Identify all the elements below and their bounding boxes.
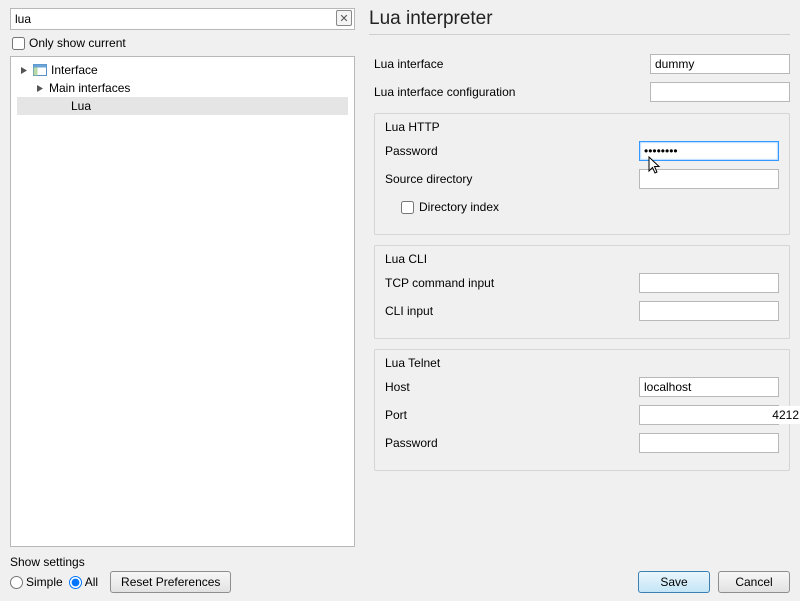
lua-config-input[interactable] [650, 82, 790, 102]
telnet-port-label: Port [385, 408, 639, 422]
cancel-button[interactable]: Cancel [718, 571, 790, 593]
radio-all-input[interactable] [69, 576, 82, 589]
group-title: Lua Telnet [385, 356, 779, 370]
reset-preferences-button[interactable]: Reset Preferences [110, 571, 231, 593]
group-lua-telnet: Lua Telnet Host Port ▲ ▼ [374, 349, 790, 471]
group-title: Lua CLI [385, 252, 779, 266]
lua-interface-input[interactable] [650, 54, 790, 74]
clear-search-icon[interactable]: ✕ [336, 10, 352, 26]
show-settings-label: Show settings [10, 555, 355, 569]
radio-simple-input[interactable] [10, 576, 23, 589]
http-srcdir-input[interactable] [639, 169, 779, 189]
lua-interface-label: Lua interface [374, 57, 650, 71]
telnet-host-input[interactable] [639, 377, 779, 397]
dir-index-checkbox[interactable] [401, 201, 414, 214]
tree-label: Interface [51, 63, 98, 77]
telnet-host-label: Host [385, 380, 639, 394]
settings-tree[interactable]: Interface Main interfaces Lua [10, 56, 355, 547]
cli-input-field[interactable] [639, 301, 779, 321]
tree-item-lua[interactable]: Lua [17, 97, 348, 115]
http-password-input[interactable] [639, 141, 779, 161]
panel-icon [33, 64, 47, 76]
http-password-label: Password [385, 144, 639, 158]
collapse-icon[interactable] [35, 83, 45, 93]
telnet-port-spinner[interactable]: ▲ ▼ [639, 405, 779, 425]
only-show-current-checkbox[interactable] [12, 37, 25, 50]
telnet-password-input[interactable] [639, 433, 779, 453]
only-show-current-label: Only show current [29, 36, 126, 50]
radio-simple[interactable]: Simple [10, 575, 63, 589]
http-srcdir-label: Source directory [385, 172, 639, 186]
telnet-password-label: Password [385, 436, 639, 450]
search-box: ✕ [10, 8, 355, 30]
group-lua-http: Lua HTTP Password Source directory Direc… [374, 113, 790, 235]
page-title: Lua interpreter [369, 8, 790, 35]
tree-label: Lua [71, 99, 91, 113]
group-lua-cli: Lua CLI TCP command input CLI input [374, 245, 790, 339]
group-title: Lua HTTP [385, 120, 779, 134]
cli-tcp-label: TCP command input [385, 276, 639, 290]
tree-label: Main interfaces [49, 81, 130, 95]
search-input[interactable] [10, 8, 355, 30]
telnet-port-input[interactable] [640, 406, 800, 424]
cli-tcp-input[interactable] [639, 273, 779, 293]
save-button[interactable]: Save [638, 571, 710, 593]
lua-config-label: Lua interface configuration [374, 85, 650, 99]
collapse-icon[interactable] [19, 65, 29, 75]
tree-item-interface[interactable]: Interface [17, 61, 348, 79]
cli-input-label: CLI input [385, 304, 639, 318]
tree-item-main-interfaces[interactable]: Main interfaces [17, 79, 348, 97]
dir-index-label: Directory index [419, 200, 499, 214]
radio-all[interactable]: All [69, 575, 98, 589]
